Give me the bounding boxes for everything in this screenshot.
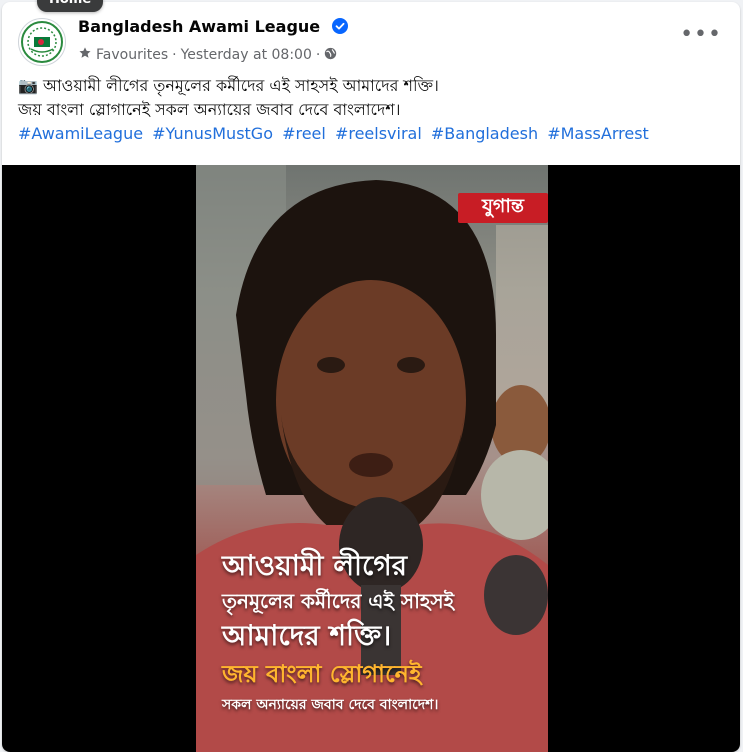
- globe-icon[interactable]: [324, 47, 337, 64]
- post-line-1-text: আওয়ামী লীগের তৃনমূলের কর্মীদের এই সাহসই…: [43, 76, 439, 95]
- meta-separator-2: ·: [315, 47, 321, 63]
- home-tooltip: Home: [37, 0, 104, 12]
- video-caption: আওয়ামী লীগের তৃনমূলের কর্মীদের এই সাহসই…: [222, 548, 542, 716]
- caption-line-5: সকল অন্যায়ের জবাব দেবে বাংলাদেশ।: [222, 697, 439, 713]
- verified-badge-icon: [331, 18, 348, 38]
- hashtag-list: #AwamiLeague #YunusMustGo #reel #reelsvi…: [18, 122, 718, 146]
- post-card: Bangladesh Awami League Favourites · Yes…: [2, 2, 740, 752]
- page-name-link[interactable]: Bangladesh Awami League: [78, 17, 348, 38]
- audience-label[interactable]: Favourites: [96, 47, 168, 63]
- hashtag-link[interactable]: #Bangladesh: [431, 124, 538, 143]
- hashtag-link[interactable]: #AwamiLeague: [18, 124, 143, 143]
- more-options-button[interactable]: •••: [680, 24, 722, 46]
- caption-line-4: জয় বাংলা স্লোগানেই: [222, 660, 422, 688]
- post-line-1: 📷 আওয়ামী লীগের তৃনমূলের কর্মীদের এই সাহ…: [18, 74, 718, 98]
- camera-icon: 📷: [18, 76, 38, 95]
- post-body: 📷 আওয়ামী লীগের তৃনমূলের কর্মীদের এই সাহ…: [18, 74, 718, 146]
- post-meta: Favourites · Yesterday at 08:00 ·: [78, 46, 337, 64]
- hashtag-link[interactable]: #reelsviral: [335, 124, 422, 143]
- post-header: Bangladesh Awami League Favourites · Yes…: [2, 2, 740, 70]
- caption-line-2: তৃনমূলের কর্মীদের এই সাহসই: [222, 589, 454, 613]
- channel-logo-badge: যুগান্ত: [458, 193, 548, 223]
- video-frame[interactable]: যুগান্ত আওয়ামী লীগের তৃনমূলের কর্মীদের …: [196, 165, 548, 752]
- awami-league-logo-icon: [21, 21, 63, 63]
- page-name-text: Bangladesh Awami League: [78, 17, 321, 36]
- caption-line-1: আওয়ামী লীগের: [222, 549, 408, 582]
- star-icon: [78, 46, 92, 64]
- meta-separator: ·: [172, 47, 177, 63]
- hashtag-link[interactable]: #MassArrest: [547, 124, 649, 143]
- post-line-2: জয় বাংলা স্লোগানেই সকল অন্যায়ের জবাব দ…: [18, 100, 401, 119]
- caption-line-3: আমাদের শক্তি।: [222, 619, 392, 652]
- page-avatar[interactable]: [18, 18, 66, 66]
- post-timestamp[interactable]: Yesterday at 08:00: [181, 47, 312, 63]
- hashtag-link[interactable]: #reel: [282, 124, 326, 143]
- video-player[interactable]: যুগান্ত আওয়ামী লীগের তৃনমূলের কর্মীদের …: [2, 165, 740, 752]
- hashtag-link[interactable]: #YunusMustGo: [152, 124, 273, 143]
